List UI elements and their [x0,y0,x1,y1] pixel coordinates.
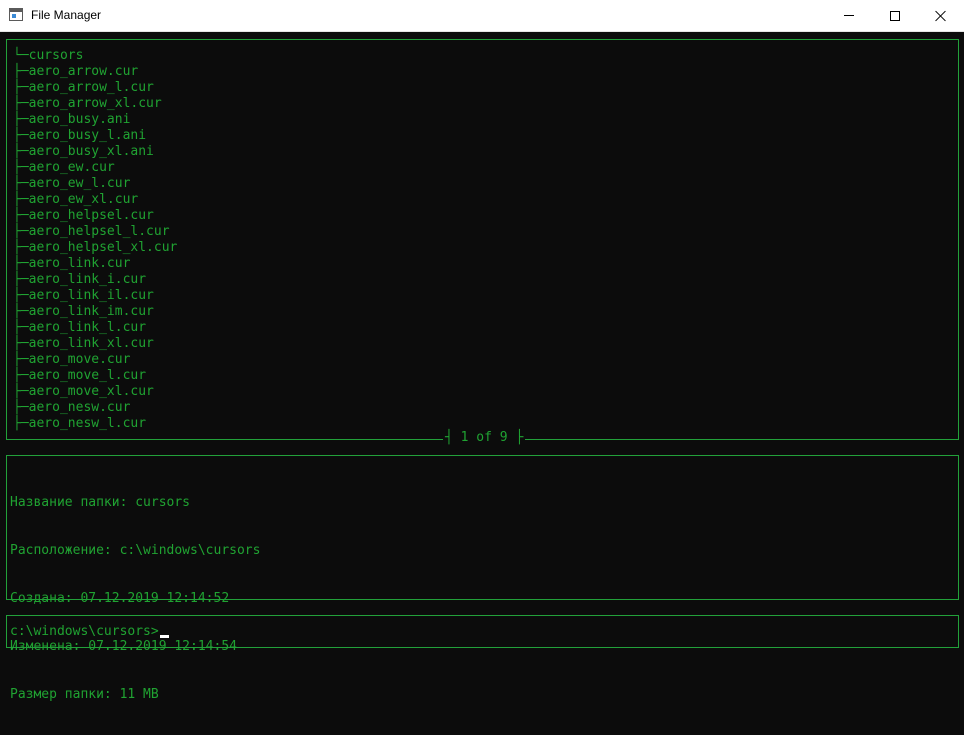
close-icon [935,10,947,22]
file-list-item[interactable]: ├─aero_nesw_l.cur [13,416,177,432]
tree-root-folder[interactable]: └─cursors [13,48,83,64]
app-window-icon [9,8,23,21]
file-list-item[interactable]: ├─aero_link_xl.cur [13,336,177,352]
command-line-panel[interactable]: c:\windows\cursors> [6,615,959,648]
file-list-item[interactable]: ├─aero_link_i.cur [13,272,177,288]
file-list-item[interactable]: ├─aero_ew_l.cur [13,176,177,192]
file-list-item[interactable]: ├─aero_link_il.cur [13,288,177,304]
minimize-button[interactable] [826,0,872,31]
file-list-item[interactable]: ├─aero_link.cur [13,256,177,272]
file-list-item[interactable]: ├─aero_busy.ani [13,112,177,128]
command-prompt: c:\windows\cursors> [10,624,159,639]
file-list-item[interactable]: ├─aero_ew.cur [13,160,177,176]
file-list-item[interactable]: ├─aero_link_im.cur [13,304,177,320]
window-title: File Manager [31,8,102,22]
folder-size: Размер папки: 11 MB [10,687,159,702]
folder-location: Расположение: c:\windows\cursors [10,543,261,558]
file-list-item[interactable]: ├─aero_move_l.cur [13,368,177,384]
file-list: ├─aero_arrow.cur ├─aero_arrow_l.cur ├─aero… [13,64,177,432]
file-list-item[interactable]: ├─aero_ew_xl.cur [13,192,177,208]
file-list-item[interactable]: ├─aero_busy_xl.ani [13,144,177,160]
file-list-item[interactable]: ├─aero_arrow_l.cur [13,80,177,96]
file-list-item[interactable]: ├─aero_busy_l.ani [13,128,177,144]
folder-info-panel: Название папки: cursors Расположение: c:… [6,455,959,702]
file-list-item[interactable]: ├─aero_arrow_xl.cur [13,96,177,112]
file-list-item[interactable]: ├─aero_nesw.cur [13,400,177,416]
file-list-item[interactable]: ├─aero_link_l.cur [13,320,177,336]
file-list-item[interactable]: ├─aero_helpsel.cur [13,208,177,224]
file-list-item[interactable]: ├─aero_move.cur [13,352,177,368]
directory-tree-panel: └─cursors ├─aero_arrow.cur ├─aero_arrow_l… [6,39,959,446]
page-indicator: ┤ 1 of 9 ├ [443,430,526,446]
file-list-item[interactable]: ├─aero_arrow.cur [13,64,177,80]
maximize-button[interactable] [872,0,918,31]
close-button[interactable] [918,0,964,31]
file-list-item[interactable]: ├─aero_move_xl.cur [13,384,177,400]
minimize-icon [844,15,854,16]
maximize-icon [890,10,900,21]
text-cursor [159,635,169,638]
command-input[interactable]: c:\windows\cursors> [10,624,169,640]
file-list-item[interactable]: ├─aero_helpsel_l.cur [13,224,177,240]
file-list-item[interactable]: ├─aero_helpsel_xl.cur [13,240,177,256]
folder-info: Название папки: cursors Расположение: c:… [10,463,260,735]
title-bar: File Manager [0,0,964,32]
folder-created: Создана: 07.12.2019 12:14:52 [10,591,230,606]
folder-name: Название папки: cursors [10,495,191,510]
